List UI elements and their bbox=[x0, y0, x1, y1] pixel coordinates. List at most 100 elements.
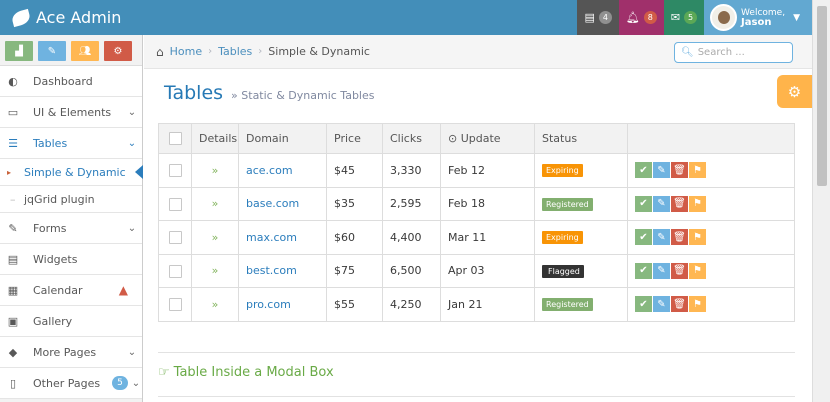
clicks-cell: 4,250 bbox=[382, 287, 441, 322]
sidebar: ▟ ✎ 👥︎ ⚙ ◐ Dashboard ▭ UI & Elements ⌄ ☰… bbox=[0, 35, 143, 402]
check-icon[interactable]: ✔ bbox=[635, 162, 652, 179]
sidebar-item-forms[interactable]: ✎ Forms ⌄ bbox=[0, 213, 142, 244]
sidebar-item-other-pages[interactable]: ▯ Other Pages 5 ⌄ bbox=[0, 368, 142, 399]
sidebar-item-label: Calendar bbox=[33, 283, 83, 297]
tasks-icon: ▤ bbox=[584, 11, 595, 24]
clicks-cell: 4,400 bbox=[382, 220, 441, 255]
scrollbar-thumb[interactable] bbox=[817, 6, 827, 186]
actions-cell: ✔ ✎ 🗑︎ ⚑ bbox=[627, 253, 795, 288]
sidebar-item-widgets[interactable]: ▤ Widgets bbox=[0, 244, 142, 275]
sidebar-item-ui-elements[interactable]: ▭ UI & Elements ⌄ bbox=[0, 97, 142, 128]
double-chevron-down-icon[interactable]: » bbox=[212, 298, 219, 311]
update-cell: Feb 18 bbox=[440, 186, 535, 221]
check-icon[interactable]: ✔ bbox=[635, 195, 652, 212]
row-checkbox[interactable] bbox=[168, 298, 182, 311]
double-chevron-down-icon[interactable]: » bbox=[212, 231, 219, 244]
domain-link[interactable]: pro.com bbox=[246, 298, 291, 311]
signal-icon[interactable]: ▟ bbox=[5, 41, 33, 61]
check-icon[interactable]: ✔ bbox=[635, 296, 652, 313]
sidebar-item-calendar[interactable]: ▦ Calendar ▲ bbox=[0, 275, 142, 306]
domain-cell: base.com bbox=[238, 186, 327, 221]
domain-link[interactable]: best.com bbox=[246, 264, 297, 277]
tree-dash: – bbox=[10, 192, 16, 206]
cogs-icon[interactable]: ⚙ bbox=[104, 41, 132, 61]
column-header: Details bbox=[191, 123, 239, 154]
trash-icon[interactable]: 🗑︎ bbox=[671, 195, 688, 212]
brand[interactable]: Ace Admin bbox=[0, 8, 121, 27]
flag-icon[interactable]: ⚑ bbox=[689, 195, 706, 212]
flag-icon[interactable]: ⚑ bbox=[689, 229, 706, 246]
search-icon: 🔍︎ bbox=[681, 47, 694, 58]
pencil-icon[interactable]: ✎ bbox=[653, 262, 670, 279]
pencil-icon[interactable]: ✎ bbox=[653, 162, 670, 179]
flag-icon[interactable]: ⚑ bbox=[689, 262, 706, 279]
column-header[interactable]: Domain bbox=[238, 123, 327, 154]
pencil-icon[interactable]: ✎ bbox=[653, 195, 670, 212]
sidebar-item-label: Simple & Dynamic bbox=[24, 165, 126, 179]
sidebar-item-label: jqGrid plugin bbox=[24, 192, 95, 206]
pencil-icon[interactable]: ✎ bbox=[38, 41, 66, 61]
row-select-cell bbox=[158, 287, 192, 322]
flag-icon[interactable]: ⚑ bbox=[689, 162, 706, 179]
pencil-icon[interactable]: ✎ bbox=[653, 229, 670, 246]
settings-button[interactable]: ⚙ bbox=[777, 75, 812, 108]
user-menu[interactable]: Welcome, Jason ▼ bbox=[704, 0, 812, 35]
trash-icon[interactable]: 🗑︎ bbox=[671, 296, 688, 313]
table-row: » ace.com $45 3,330 Feb 12 Expiring ✔ ✎ 🗑︎ ⚑ bbox=[158, 153, 795, 188]
sidebar-item-tables[interactable]: ☰ Tables ⌄ bbox=[0, 128, 142, 159]
breadcrumb-home[interactable]: Home bbox=[170, 45, 202, 58]
status-badge: Expiring bbox=[542, 164, 583, 178]
column-header-update[interactable]: ⊙ Update bbox=[440, 123, 535, 154]
domain-link[interactable]: max.com bbox=[246, 231, 297, 244]
check-icon[interactable]: ✔ bbox=[635, 262, 652, 279]
row-select-cell bbox=[158, 220, 192, 255]
trash-icon[interactable]: 🗑︎ bbox=[671, 162, 688, 179]
domain-link[interactable]: base.com bbox=[246, 197, 299, 210]
row-checkbox[interactable] bbox=[168, 231, 182, 244]
column-header[interactable]: Status bbox=[534, 123, 628, 154]
tasks-button[interactable]: ▤ 4 bbox=[577, 0, 619, 35]
trash-icon[interactable]: 🗑︎ bbox=[671, 229, 688, 246]
trash-icon[interactable]: 🗑︎ bbox=[671, 262, 688, 279]
notifications-button[interactable]: 🔔︎ 8 bbox=[618, 0, 664, 35]
breadcrumb-separator: › bbox=[208, 46, 213, 57]
breadcrumb-tables[interactable]: Tables bbox=[218, 45, 252, 58]
double-chevron-down-icon[interactable]: » bbox=[212, 164, 219, 177]
column-header[interactable]: Clicks bbox=[382, 123, 441, 154]
sidebar-subitem-simple-dynamic[interactable]: ▸ Simple & Dynamic bbox=[0, 159, 143, 186]
status-badge: Registered bbox=[542, 298, 593, 312]
gear-icon: ⚙ bbox=[787, 82, 802, 101]
row-checkbox[interactable] bbox=[168, 264, 182, 278]
row-checkbox[interactable] bbox=[168, 197, 182, 211]
avatar bbox=[710, 4, 738, 31]
domain-link[interactable]: ace.com bbox=[246, 164, 293, 177]
search-input[interactable]: 🔍︎ Search ... bbox=[674, 42, 793, 63]
sidebar-subitem-jqgrid[interactable]: – jqGrid plugin bbox=[0, 186, 142, 213]
details-cell: » bbox=[191, 220, 239, 255]
chevron-down-icon: ⌄ bbox=[127, 222, 137, 234]
sidebar-item-more-pages[interactable]: ◆ More Pages ⌄ bbox=[0, 337, 142, 368]
actions-cell: ✔ ✎ 🗑︎ ⚑ bbox=[627, 153, 795, 188]
actions-cell: ✔ ✎ 🗑︎ ⚑ bbox=[627, 287, 795, 322]
chevron-down-icon: ⌄ bbox=[127, 137, 137, 149]
caret-right-icon: ▸ bbox=[7, 167, 12, 177]
caret-down-icon: ▼ bbox=[793, 12, 800, 23]
brand-name: Ace Admin bbox=[36, 8, 122, 27]
update-cell: Feb 12 bbox=[440, 153, 535, 188]
select-all-checkbox[interactable] bbox=[168, 132, 182, 146]
pencil-icon[interactable]: ✎ bbox=[653, 296, 670, 313]
details-cell: » bbox=[191, 153, 239, 188]
domain-cell: pro.com bbox=[238, 287, 327, 322]
column-header[interactable]: Price bbox=[326, 123, 383, 154]
leaf-icon bbox=[10, 8, 32, 27]
users-icon[interactable]: 👥︎ bbox=[71, 41, 99, 61]
check-icon[interactable]: ✔ bbox=[635, 229, 652, 246]
messages-button[interactable]: ✉ 5 bbox=[663, 0, 705, 35]
double-chevron-down-icon[interactable]: » bbox=[212, 197, 219, 210]
scrollbar[interactable] bbox=[812, 0, 830, 402]
flag-icon[interactable]: ⚑ bbox=[689, 296, 706, 313]
sidebar-item-dashboard[interactable]: ◐ Dashboard bbox=[0, 66, 142, 97]
sidebar-item-gallery[interactable]: ▣ Gallery bbox=[0, 306, 142, 337]
row-checkbox[interactable] bbox=[168, 164, 182, 177]
double-chevron-down-icon[interactable]: » bbox=[212, 264, 219, 277]
